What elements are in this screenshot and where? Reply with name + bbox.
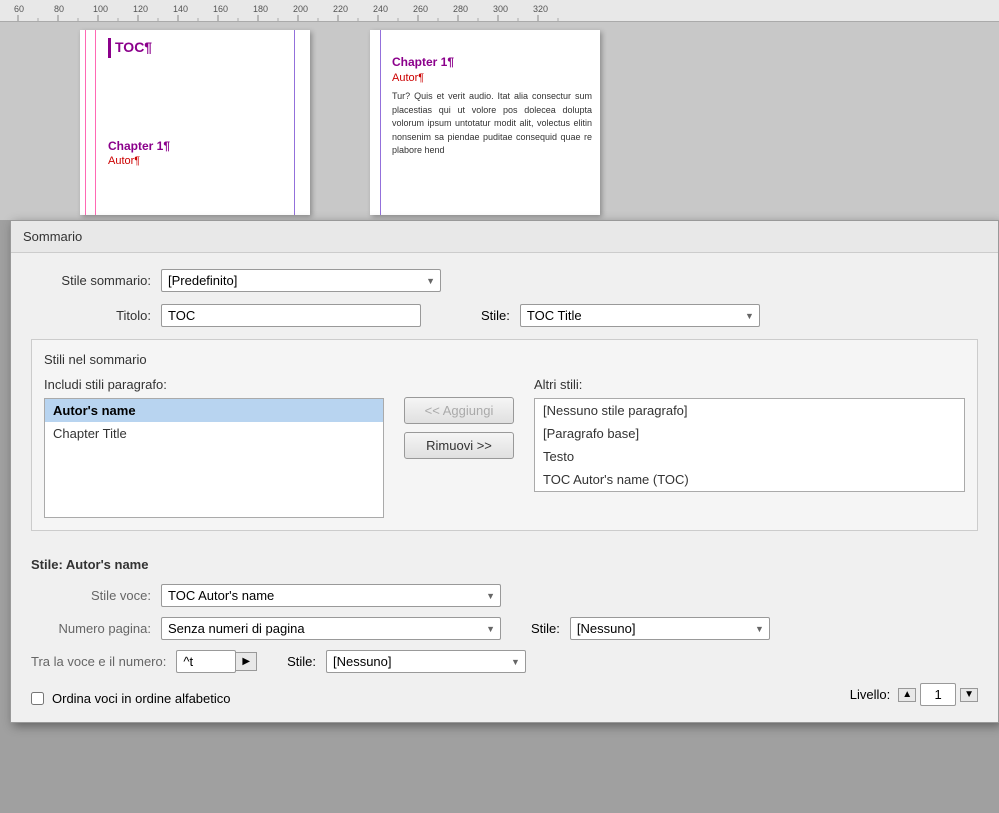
altri-column: Altri stili: [Nessuno stile paragrafo] [… <box>534 377 965 492</box>
titolo-input[interactable] <box>161 304 421 327</box>
svg-text:260: 260 <box>413 4 428 14</box>
svg-text:240: 240 <box>373 4 388 14</box>
svg-text:60: 60 <box>14 4 24 14</box>
svg-text:220: 220 <box>333 4 348 14</box>
numero-pagina-select[interactable]: Senza numeri di pagina <box>161 617 501 640</box>
altri-item-0[interactable]: [Nessuno stile paragrafo] <box>535 399 964 422</box>
includi-item-0[interactable]: Autor's name <box>45 399 383 422</box>
stile-right2-select-wrapper: [Nessuno] <box>326 650 526 673</box>
livello-row: Livello: ▲ ▼ <box>850 683 978 706</box>
svg-text:180: 180 <box>253 4 268 14</box>
tra-arrow-button[interactable]: ▶ <box>236 652 257 671</box>
tra-label: Tra la voce e il numero: <box>31 654 176 669</box>
svg-text:100: 100 <box>93 4 108 14</box>
page-1: TOC¶ Chapter 1¶ Autor¶ <box>80 30 310 215</box>
page1-chapter-label: Chapter 1¶ <box>108 138 302 155</box>
includi-item-1[interactable]: Chapter Title <box>45 422 383 445</box>
numero-pagina-row: Numero pagina: Senza numeri di pagina St… <box>31 617 978 640</box>
includi-label: Includi stili paragrafo: <box>44 377 384 392</box>
buttons-col: << Aggiungi Rimuovi >> <box>394 377 524 459</box>
livello-up-button[interactable]: ▲ <box>898 688 916 702</box>
stile-right2-label: Stile: <box>287 654 316 669</box>
stile-titolo-select-wrapper: TOC Title <box>520 304 760 327</box>
altri-list[interactable]: [Nessuno stile paragrafo] [Paragrafo bas… <box>534 398 965 492</box>
svg-text:280: 280 <box>453 4 468 14</box>
stile-sommario-select-wrapper: [Predefinito] <box>161 269 441 292</box>
svg-text:200: 200 <box>293 4 308 14</box>
includi-column: Includi stili paragrafo: Autor's name Ch… <box>44 377 384 518</box>
stile-sommario-label: Stile sommario: <box>31 273 161 288</box>
tra-input-group: ▶ <box>176 650 257 673</box>
svg-text:80: 80 <box>54 4 64 14</box>
titolo-label: Titolo: <box>31 308 161 323</box>
stile-voce-label: Stile voce: <box>31 588 161 603</box>
stile-titolo-label: Stile: <box>481 308 510 323</box>
document-area: 60 80 100 120 140 160 180 <box>0 0 999 220</box>
ordina-row: Ordina voci in ordine alfabetico <box>31 691 231 706</box>
svg-text:300: 300 <box>493 4 508 14</box>
stile-right1-select-wrapper: [Nessuno] <box>570 617 770 640</box>
stile-right1-select[interactable]: [Nessuno] <box>570 617 770 640</box>
page-border-right <box>294 30 295 215</box>
tra-voce-row: Tra la voce e il numero: ▶ Stile: [Nessu… <box>31 650 978 673</box>
altri-item-2[interactable]: Testo <box>535 445 964 468</box>
numero-pagina-label: Numero pagina: <box>31 621 161 636</box>
page2-border-left <box>380 30 381 215</box>
dialog-title: Sommario <box>23 229 82 244</box>
sommario-dialog: Sommario Stile sommario: [Predefinito] T… <box>10 220 999 723</box>
page2-chapter-label: Chapter 1¶ <box>392 54 592 71</box>
stile-voce-row: Stile voce: TOC Autor's name <box>31 584 978 607</box>
aggiungi-button[interactable]: << Aggiungi <box>404 397 514 424</box>
svg-text:140: 140 <box>173 4 188 14</box>
page-gap <box>330 30 350 215</box>
altri-item-1[interactable]: [Paragrafo base] <box>535 422 964 445</box>
bottom-row: Ordina voci in ordine alfabetico Livello… <box>31 683 978 706</box>
ordina-label: Ordina voci in ordine alfabetico <box>52 691 231 706</box>
numero-pagina-select-wrapper: Senza numeri di pagina <box>161 617 501 640</box>
svg-text:120: 120 <box>133 4 148 14</box>
titolo-row: Titolo: Stile: TOC Title <box>31 304 978 327</box>
dialog-titlebar: Sommario <box>11 221 998 253</box>
page2-author-label: Autor¶ <box>392 71 592 86</box>
altri-item-3[interactable]: TOC Autor's name (TOC) <box>535 468 964 491</box>
styles-columns: Includi stili paragrafo: Autor's name Ch… <box>44 377 965 518</box>
style-detail-title: Stile: Autor's name <box>31 557 978 572</box>
tra-input[interactable] <box>176 650 236 673</box>
includi-list[interactable]: Autor's name Chapter Title <box>44 398 384 518</box>
stile-right2-select[interactable]: [Nessuno] <box>326 650 526 673</box>
stili-nel-sommario-title: Stili nel sommario <box>44 352 965 367</box>
altri-label: Altri stili: <box>534 377 965 392</box>
page1-toc-label: TOC¶ <box>108 38 302 58</box>
page-border-left2 <box>85 30 86 215</box>
ruler: 60 80 100 120 140 160 180 <box>0 0 999 22</box>
style-detail-section: Stile: Autor's name Stile voce: TOC Auto… <box>31 547 978 706</box>
stile-voce-select[interactable]: TOC Autor's name <box>161 584 501 607</box>
livello-spinner: ▲ ▼ <box>898 683 978 706</box>
svg-text:320: 320 <box>533 4 548 14</box>
page1-author-label: Autor¶ <box>108 154 302 169</box>
stile-voce-select-wrapper: TOC Autor's name <box>161 584 501 607</box>
rimuovi-button[interactable]: Rimuovi >> <box>404 432 514 459</box>
stili-nel-sommario-section: Stili nel sommario Includi stili paragra… <box>31 339 978 531</box>
livello-down-button[interactable]: ▼ <box>960 688 978 702</box>
livello-label: Livello: <box>850 687 890 702</box>
stile-sommario-select[interactable]: [Predefinito] <box>161 269 441 292</box>
page-2: Chapter 1¶ Autor¶ Tur? Quis et verit aud… <box>370 30 600 215</box>
ordina-checkbox[interactable] <box>31 692 44 705</box>
livello-input[interactable] <box>920 683 956 706</box>
ruler-svg: 60 80 100 120 140 160 180 <box>0 0 999 22</box>
svg-text:160: 160 <box>213 4 228 14</box>
stile-right1-label: Stile: <box>531 621 560 636</box>
page-border-left <box>95 30 96 215</box>
stile-sommario-row: Stile sommario: [Predefinito] <box>31 269 978 292</box>
stile-titolo-select[interactable]: TOC Title <box>520 304 760 327</box>
page2-body-text: Tur? Quis et verit audio. Itat alia cons… <box>392 90 592 158</box>
